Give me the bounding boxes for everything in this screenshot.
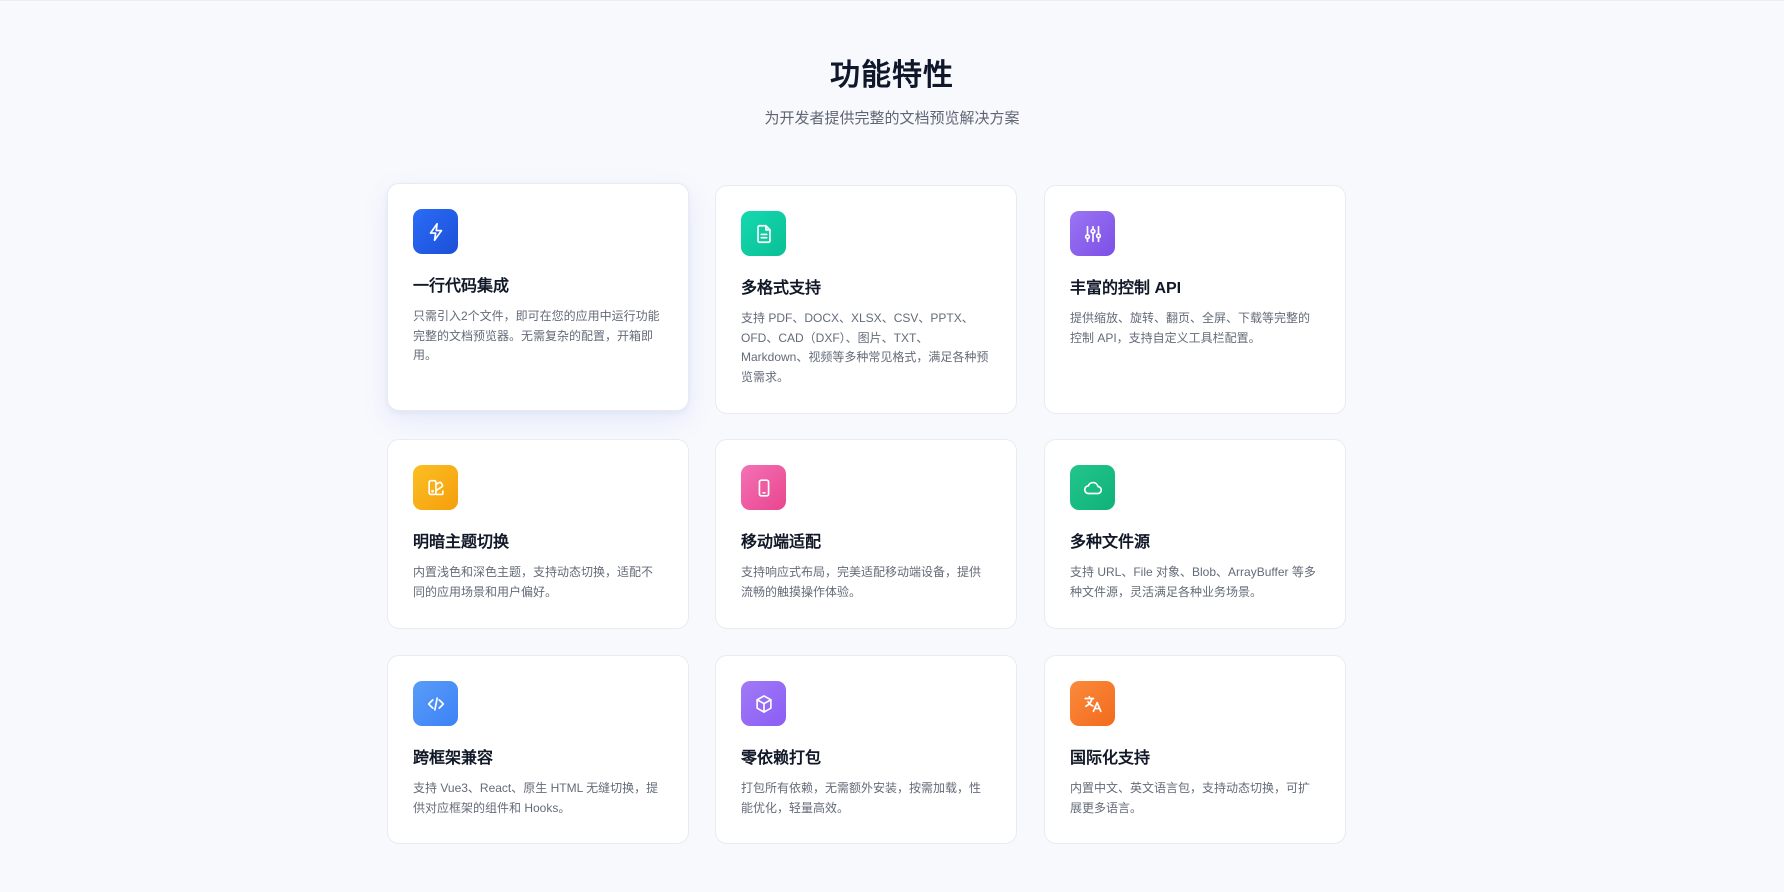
feature-description: 内置中文、英文语言包，支持动态切换，可扩展更多语言。 [1070, 781, 1311, 815]
feature-description: 内置浅色和深色主题，支持动态切换，适配不同的应用场景和用户偏好。 [413, 565, 654, 599]
feature-description: 支持响应式布局，完美适配移动端设备，提供流畅的触摸操作体验。 [741, 565, 982, 599]
feature-description: 支持 PDF、DOCX、XLSX、CSV、PPTX、OFD、CAD（DXF）、图… [741, 311, 989, 384]
feature-description: 支持 Vue3、React、原生 HTML 无缝切换，提供对应框架的组件和 Ho… [413, 781, 659, 815]
palette-icon [413, 465, 458, 510]
feature-description: 提供缩放、旋转、翻页、全屏、下载等完整的控制 API，支持自定义工具栏配置。 [1070, 311, 1311, 345]
feature-card-mobile[interactable]: 移动端适配 支持响应式布局，完美适配移动端设备，提供流畅的触摸操作体验。 [715, 439, 1017, 629]
feature-title: 零依赖打包 [741, 750, 822, 767]
feature-card-integration[interactable]: 一行代码集成 只需引入2个文件，即可在您的应用中运行功能完整的文档预览器。无需复… [387, 183, 689, 411]
section-title: 功能特性 [830, 59, 954, 92]
package-icon [741, 681, 786, 726]
bolt-icon [413, 209, 458, 254]
translate-icon [1070, 681, 1115, 726]
feature-card-theme[interactable]: 明暗主题切换 内置浅色和深色主题，支持动态切换，适配不同的应用场景和用户偏好。 [387, 439, 689, 629]
top-divider [0, 0, 1784, 1]
feature-card-bundle[interactable]: 零依赖打包 打包所有依赖，无需额外安装，按需加载，性能优化，轻量高效。 [715, 655, 1017, 844]
feature-title: 多格式支持 [741, 280, 822, 297]
feature-title: 多种文件源 [1070, 534, 1151, 551]
feature-description: 只需引入2个文件，即可在您的应用中运行功能完整的文档预览器。无需复杂的配置，开箱… [413, 309, 660, 362]
feature-card-sources[interactable]: 多种文件源 支持 URL、File 对象、Blob、ArrayBuffer 等多… [1044, 439, 1346, 629]
feature-title: 一行代码集成 [413, 278, 510, 295]
sliders-icon [1070, 211, 1115, 256]
feature-card-frameworks[interactable]: 跨框架兼容 支持 Vue3、React、原生 HTML 无缝切换，提供对应框架的… [387, 655, 689, 844]
document-icon [741, 211, 786, 256]
mobile-icon [741, 465, 786, 510]
feature-card-i18n[interactable]: 国际化支持 内置中文、英文语言包，支持动态切换，可扩展更多语言。 [1044, 655, 1346, 844]
feature-description: 支持 URL、File 对象、Blob、ArrayBuffer 等多种文件源，灵… [1070, 565, 1316, 599]
feature-card-formats[interactable]: 多格式支持 支持 PDF、DOCX、XLSX、CSV、PPTX、OFD、CAD（… [715, 185, 1017, 414]
code-icon [413, 681, 458, 726]
feature-title: 国际化支持 [1070, 750, 1151, 767]
cloud-icon [1070, 465, 1115, 510]
feature-card-api[interactable]: 丰富的控制 API 提供缩放、旋转、翻页、全屏、下载等完整的控制 API，支持自… [1044, 185, 1346, 414]
feature-description: 打包所有依赖，无需额外安装，按需加载，性能优化，轻量高效。 [741, 781, 982, 815]
feature-title: 移动端适配 [741, 534, 822, 551]
feature-title: 明暗主题切换 [413, 534, 510, 551]
section-header: 功能特性 为开发者提供完整的文档预览解决方案 [0, 56, 1784, 130]
feature-title: 跨框架兼容 [413, 750, 494, 767]
section-subtitle: 为开发者提供完整的文档预览解决方案 [764, 110, 1020, 127]
feature-title: 丰富的控制 API [1070, 280, 1182, 297]
